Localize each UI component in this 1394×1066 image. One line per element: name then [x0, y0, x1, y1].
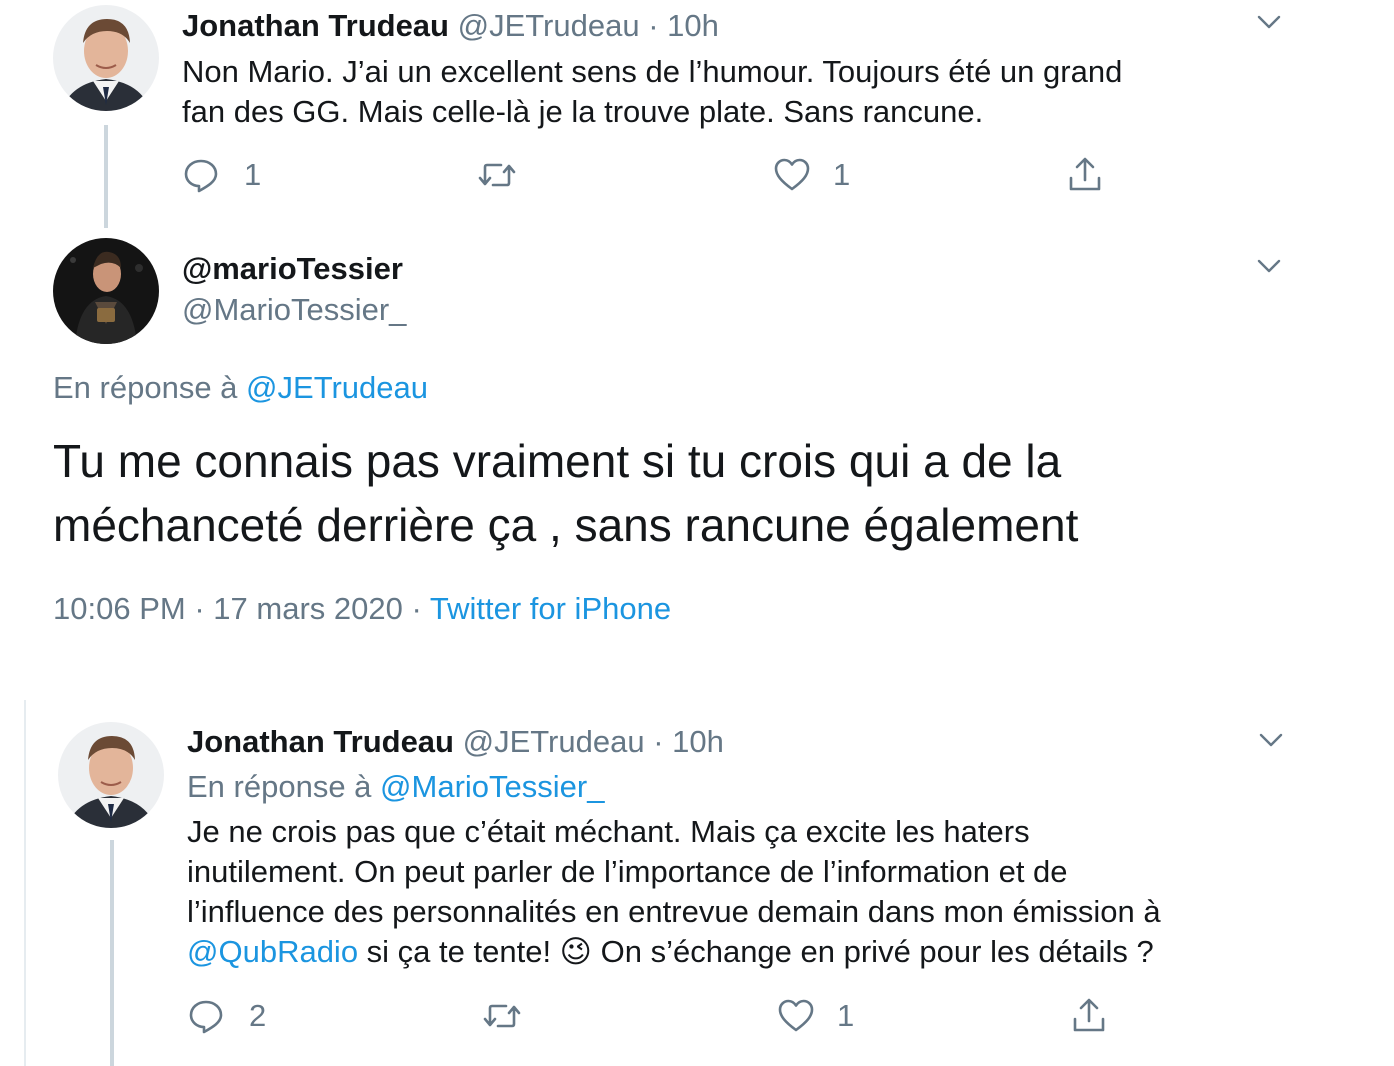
tweet-text-line: @QubRadio si ça te tente! 😉 On s’échange…	[187, 934, 1154, 969]
tweet-metadata: 10:06 PM · 17 mars 2020 · Twitter for iP…	[53, 591, 672, 626]
heart-icon	[777, 997, 815, 1035]
heart-icon	[773, 156, 811, 194]
tweet-source-link[interactable]: Twitter for iPhone	[430, 591, 671, 626]
tweet-date[interactable]: 17 mars 2020	[213, 591, 403, 626]
author-handle[interactable]: @MarioTessier_	[182, 290, 406, 330]
retweet-icon	[481, 997, 523, 1035]
separator-dot: ·	[653, 724, 664, 759]
reply-count: 1	[244, 157, 262, 192]
author-handle[interactable]: @JETrudeau	[458, 8, 640, 43]
tweet-jonathan-1[interactable]: Jonathan Trudeau @JETrudeau · 10h Non Ma…	[0, 0, 1394, 228]
display-name[interactable]: @marioTessier	[182, 249, 403, 289]
author-name[interactable]: Jonathan Trudeau	[187, 724, 454, 759]
tweet-text-line: Tu me connais pas vraiment si tu crois q…	[53, 435, 1062, 487]
like-count: 1	[837, 998, 855, 1033]
reply-button[interactable]: 1	[182, 155, 261, 195]
reply-to-link[interactable]: @MarioTessier_	[380, 769, 604, 804]
reply-context: En réponse à @JETrudeau	[53, 370, 429, 405]
retweet-button[interactable]	[481, 996, 523, 1036]
reply-bubble-icon	[182, 156, 220, 194]
main-tweet-text: Tu me connais pas vraiment si tu crois q…	[53, 429, 1078, 557]
tweet-text-line: Non Mario. J’ai un excellent sens de l’h…	[182, 54, 1123, 89]
tweet-time[interactable]: 10h	[667, 8, 719, 43]
tweet-text-line: Je ne crois pas que c’était méchant. Mai…	[187, 814, 1030, 849]
thread-connector-line	[110, 840, 114, 1066]
retweet-button[interactable]	[476, 155, 518, 195]
mention-link[interactable]: @QubRadio	[187, 934, 358, 969]
share-icon	[1070, 997, 1108, 1035]
avatar-jonathan[interactable]	[53, 5, 159, 111]
tweet-time[interactable]: 10:06 PM	[53, 591, 186, 626]
tweet-time[interactable]: 10h	[672, 724, 724, 759]
author-handle[interactable]: @JETrudeau	[463, 724, 645, 759]
tweet-text-line: inutilement. On peut parler de l’importa…	[187, 854, 1068, 889]
share-button[interactable]	[1070, 996, 1108, 1036]
avatar-mario[interactable]	[53, 238, 159, 344]
reply-bubble-icon	[187, 997, 225, 1035]
tweet-text-line: l’influence des personnalités en entrevu…	[187, 894, 1161, 929]
reply-count: 2	[249, 998, 267, 1033]
chevron-down-icon[interactable]	[1256, 728, 1286, 752]
share-icon	[1066, 156, 1104, 194]
reply-button[interactable]: 2	[187, 996, 266, 1036]
retweet-icon	[476, 156, 518, 194]
winking-face-emoji: 😉	[559, 934, 592, 969]
author-name[interactable]: Jonathan Trudeau	[182, 8, 449, 43]
chevron-down-icon[interactable]	[1254, 254, 1284, 278]
like-button[interactable]: 1	[773, 155, 850, 195]
chevron-down-icon[interactable]	[1254, 10, 1284, 34]
thread-connector-line	[104, 125, 108, 228]
main-tweet: @marioTessier @MarioTessier_ En réponse …	[0, 232, 1394, 642]
avatar-jonathan[interactable]	[58, 722, 164, 828]
reply-to-link[interactable]: @JETrudeau	[246, 370, 428, 405]
reply-context: En réponse à @MarioTessier_	[187, 769, 605, 804]
tweet-text-line: fan des GG. Mais celle-là je la trouve p…	[182, 94, 984, 129]
tweet-jonathan-2[interactable]: Jonathan Trudeau @JETrudeau · 10h En rép…	[0, 700, 1394, 1066]
tweet-text-line: méchanceté derrière ça , sans rancune ég…	[53, 499, 1079, 551]
tweet-header: Jonathan Trudeau @JETrudeau · 10h	[182, 6, 719, 46]
separator-dot: ·	[648, 8, 659, 43]
divider	[24, 700, 26, 1066]
share-button[interactable]	[1066, 155, 1104, 195]
tweet-text: Je ne crois pas que c’était méchant. Mai…	[187, 812, 1161, 972]
tweet-text: Non Mario. J’ai un excellent sens de l’h…	[182, 52, 1122, 132]
like-count: 1	[833, 157, 851, 192]
like-button[interactable]: 1	[777, 996, 854, 1036]
tweet-header: Jonathan Trudeau @JETrudeau · 10h	[187, 722, 724, 762]
